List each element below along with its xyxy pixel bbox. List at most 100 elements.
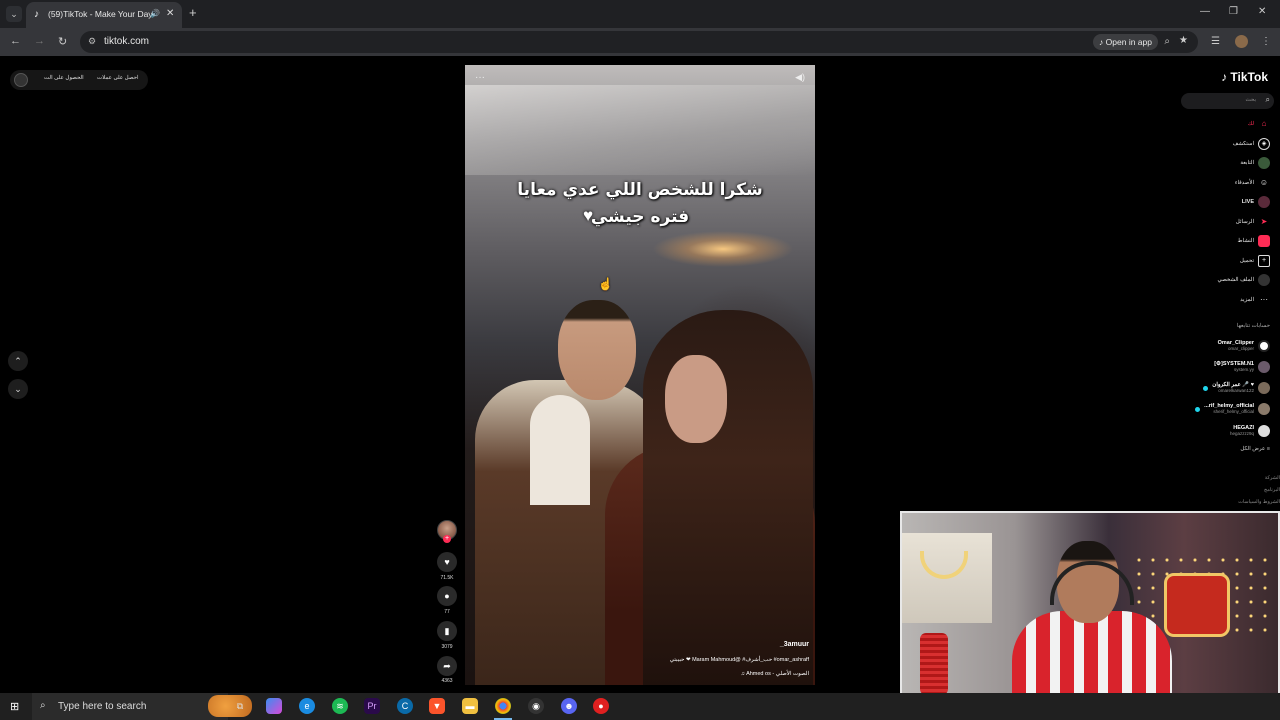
get-app-link[interactable]: الحصول على الت [44, 75, 84, 81]
taskbar-search[interactable]: ⌕ Type here to search [32, 693, 252, 720]
browser-tab-strip: ⌄ ♪ (59)TikTok - Make Your Day 🔊 ✕ + — ❐… [0, 0, 1280, 28]
search-icon: ⌕ [40, 700, 46, 711]
following-account[interactable]: ...rif_helmy_official sherif_helmy_offici… [1195, 400, 1270, 418]
task-view-icon[interactable]: ⧉ [232, 698, 248, 714]
nav-more-label: المزيد [1240, 297, 1254, 303]
following-account[interactable]: Omar_Clipper omar_clipper [1218, 337, 1270, 355]
brave-icon[interactable]: ▼ [429, 698, 445, 714]
tab-search-button[interactable]: ⌄ [6, 6, 22, 22]
close-tab-icon[interactable]: ✕ [166, 8, 174, 19]
home-icon: ⌂ [1261, 119, 1267, 128]
nav-profile-label: الملف الشخصي [1217, 277, 1254, 283]
crescent-decoration [920, 551, 968, 579]
open-in-app-label: Open in app [1105, 37, 1152, 47]
search-icon[interactable]: ⌕ [1266, 95, 1270, 105]
zoom-icon[interactable]: ⌕ [1164, 36, 1170, 47]
nav-explore[interactable]: استكشف ◈ [1233, 137, 1270, 151]
ramadan-lantern [1164, 573, 1230, 637]
live-indicator-icon [1195, 406, 1201, 412]
more-icon: ··· [1260, 295, 1268, 304]
menu-icon[interactable]: ⋮ [1261, 36, 1271, 47]
profile-avatar[interactable] [1235, 35, 1248, 48]
copilot-icon[interactable] [266, 698, 282, 714]
tab-title: (59)TikTok - Make Your Day [48, 9, 153, 19]
comment-button[interactable]: ● [437, 586, 457, 606]
speaker-icon[interactable]: 🔊 [150, 9, 160, 18]
save-button[interactable]: ▮ [437, 621, 457, 641]
activity-icon [1258, 235, 1270, 247]
reload-button[interactable]: ↻ [58, 35, 67, 48]
close-window-button[interactable]: ✕ [1258, 6, 1266, 17]
account-handle: omarelkarwan122 [1218, 388, 1254, 393]
account-handle: hegazzzz9q [1229, 431, 1254, 436]
nav-following[interactable]: التابعة [1240, 156, 1270, 170]
webcam-overlay [900, 511, 1280, 720]
video-frame-roof [465, 85, 815, 175]
previous-video-button[interactable]: ⌃ [8, 351, 28, 371]
taskbar-search-placeholder: Type here to search [58, 701, 147, 712]
back-button[interactable]: ← [10, 35, 21, 47]
tiktok-logo[interactable]: ♪ TikTok [1221, 70, 1268, 84]
share-button[interactable]: ➦ [437, 656, 457, 676]
nav-more[interactable]: المزيد ··· [1240, 293, 1270, 307]
premiere-icon[interactable]: Pr [364, 698, 380, 714]
share-count: 4363 [441, 678, 453, 684]
following-account[interactable]: HEGAZI hegazzzz9q [1230, 422, 1270, 440]
follow-plus-icon[interactable]: + [443, 535, 451, 543]
video-music[interactable]: ♫ Ahmed os - الصوت الأصلي [741, 671, 809, 677]
file-explorer-icon[interactable]: ▬ [462, 698, 478, 714]
nav-live-label: LIVE [1241, 199, 1254, 205]
browser-tab[interactable]: ♪ (59)TikTok - Make Your Day 🔊 ✕ [26, 2, 182, 28]
minimize-button[interactable]: — [1200, 6, 1210, 17]
profile-icon [1258, 274, 1270, 286]
nav-profile[interactable]: الملف الشخصي [1218, 273, 1270, 287]
new-tab-button[interactable]: + [189, 6, 197, 20]
recorder-icon[interactable]: ● [593, 698, 609, 714]
c-app-icon[interactable]: C [397, 698, 413, 714]
nav-for-you[interactable]: لك ⌂ [1248, 117, 1270, 131]
video-player[interactable]: شكرا للشخص اللي عدي معايا فتره جيشي ♥ ··… [465, 65, 815, 685]
chrome-icon[interactable] [495, 698, 511, 714]
footer-company-link[interactable]: الشركة [1265, 475, 1280, 481]
open-in-app-button[interactable]: ♪ Open in app [1093, 34, 1158, 50]
volume-icon[interactable]: ◀) [795, 72, 805, 83]
bookmark-star-icon[interactable]: ★ [1179, 35, 1188, 46]
windows-start-icon[interactable]: ⊞ [10, 700, 19, 713]
forward-button[interactable]: → [34, 35, 45, 47]
avatar [1258, 361, 1270, 373]
restore-button[interactable]: ❐ [1229, 6, 1238, 17]
site-info-icon[interactable]: ⚙ [88, 36, 96, 47]
nav-live[interactable]: LIVE [1242, 195, 1270, 209]
list-icon: ≡ [1266, 446, 1270, 452]
get-coins-link[interactable]: احصل على عملات [97, 75, 139, 81]
video-author[interactable]: _3amuur [780, 641, 809, 648]
share-icon: ➦ [443, 661, 451, 671]
user-avatar[interactable] [14, 73, 28, 87]
nav-upload[interactable]: تحميل + [1240, 254, 1270, 268]
address-bar[interactable]: ⚙ tiktok.com ♪ Open in app ⌕ ★ [80, 31, 1198, 53]
nav-friends[interactable]: الأصدقاء ☺ [1235, 176, 1270, 190]
video-caption-line1: شكرا للشخص اللي عدي معايا [517, 180, 763, 200]
account-handle: system.yy [1233, 367, 1254, 372]
tiktok-icon: ♪ [34, 9, 39, 20]
nav-messages[interactable]: الرسائل ➤ [1236, 215, 1270, 229]
following-account[interactable]: عمر الكروان 🎤 ♥ omarelkarwan122 [1203, 379, 1270, 397]
following-account[interactable]: [⚙]SYSTEM.N1 system.yy [1214, 358, 1270, 376]
footer-terms-link[interactable]: الشروط والسياسات [1238, 499, 1280, 505]
edge-icon[interactable]: e [299, 698, 315, 714]
more-options-icon[interactable]: ··· [475, 72, 485, 83]
messages-icon: ➤ [1260, 217, 1268, 226]
footer-program-link[interactable]: البرنامج [1264, 487, 1280, 493]
discord-icon[interactable]: ☻ [561, 698, 577, 714]
next-video-button[interactable]: ⌄ [8, 379, 28, 399]
search-input[interactable]: بحث ⌕ [1181, 93, 1274, 109]
obs-icon[interactable]: ◉ [528, 698, 544, 714]
nav-activity-label: النشاط [1237, 238, 1254, 244]
nav-activity[interactable]: النشاط [1237, 234, 1270, 248]
nav-following-label: التابعة [1240, 160, 1254, 166]
like-button[interactable]: ♥ [437, 552, 457, 572]
see-all-link[interactable]: عرض الكل ≡ [1240, 446, 1270, 452]
media-controls-icon[interactable]: ☰ [1211, 36, 1220, 47]
spotify-icon[interactable]: ≋ [332, 698, 348, 714]
comment-icon: ● [444, 591, 450, 601]
